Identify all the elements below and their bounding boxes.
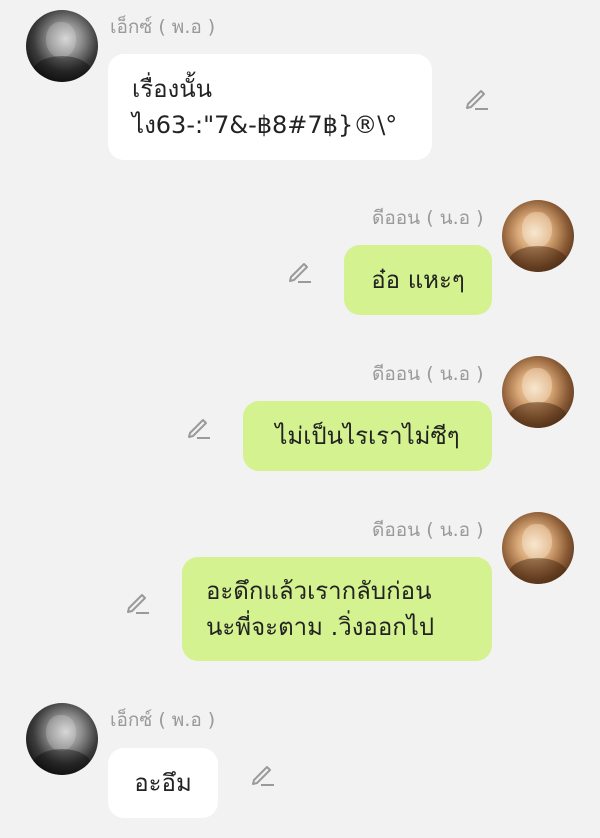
avatar-shoulder: [508, 246, 568, 272]
avatar-face: [522, 212, 552, 248]
message-line: ไม่เป็นไรเราไม่ซีๆ: [275, 422, 460, 450]
avatar-face: [522, 524, 552, 560]
pencil-icon[interactable]: [124, 588, 152, 616]
sender-name: ดีออน ( น.อ ): [372, 363, 484, 385]
avatar-dion[interactable]: [502, 200, 574, 272]
message-line: เรื่องนั้น: [132, 75, 213, 103]
message-bubble[interactable]: ไม่เป็นไรเราไม่ซีๆ: [243, 401, 492, 471]
sender-name: เอ็กซ์ ( พ.อ ): [110, 16, 216, 38]
message-line: อะอึม: [134, 769, 192, 797]
avatar-shoulder: [32, 749, 92, 775]
message-bubble[interactable]: เรื่องนั้น ไง63-:"7&-฿8#7฿}®\°: [108, 54, 432, 160]
avatar-shoulder: [32, 56, 92, 82]
sender-name: ดีออน ( น.อ ): [372, 519, 484, 541]
pencil-icon[interactable]: [286, 257, 314, 285]
message-line: อ๋อ แหะๆ: [371, 266, 465, 294]
avatar-dion[interactable]: [502, 356, 574, 428]
message-bubble[interactable]: อะดึกแล้วเรากลับก่อน นะพี่จะตาม .วิ่งออก…: [182, 557, 492, 661]
avatar-dion[interactable]: [502, 512, 574, 584]
sender-name: ดีออน ( น.อ ): [372, 207, 484, 229]
message-bubble[interactable]: อะอึม: [108, 748, 218, 818]
sender-name: เอ็กซ์ ( พ.อ ): [110, 709, 216, 731]
pencil-icon[interactable]: [249, 760, 277, 788]
pencil-icon[interactable]: [463, 84, 491, 112]
message-line: ไง63-:"7&-฿8#7฿}®\°: [132, 111, 398, 139]
avatar-face: [46, 715, 76, 751]
message-line: นะพี่จะตาม .วิ่งออกไป: [206, 613, 435, 641]
avatar-face: [46, 22, 76, 58]
message-line: อะดึกแล้วเรากลับก่อน: [206, 577, 432, 605]
avatar-ekx[interactable]: [26, 703, 98, 775]
avatar-ekx[interactable]: [26, 10, 98, 82]
avatar-face: [522, 368, 552, 404]
pencil-icon[interactable]: [185, 413, 213, 441]
avatar-shoulder: [508, 402, 568, 428]
message-bubble[interactable]: อ๋อ แหะๆ: [344, 245, 492, 315]
avatar-shoulder: [508, 558, 568, 584]
